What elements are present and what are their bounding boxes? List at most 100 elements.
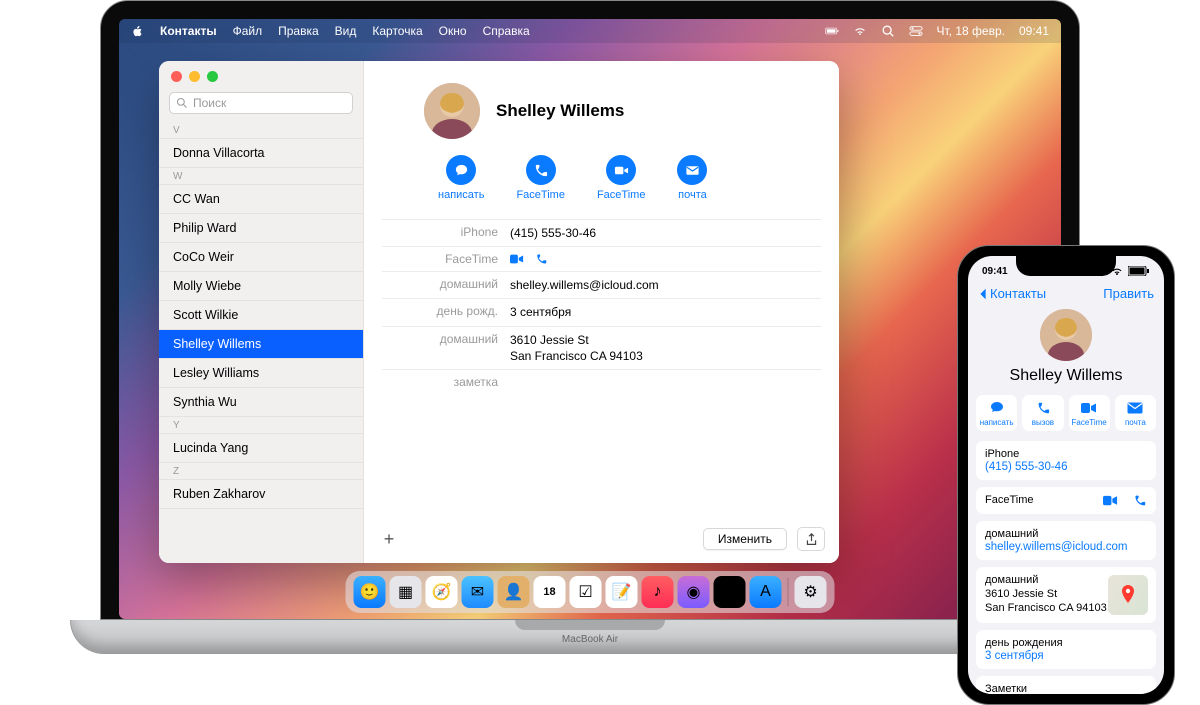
dock-app-settings[interactable]: ⚙︎ <box>795 576 827 608</box>
iphone-call-button[interactable]: вызов <box>1022 395 1063 431</box>
field-address[interactable]: домашний 3610 Jessie StSan Francisco CA … <box>382 326 821 369</box>
iphone-status-time: 09:41 <box>982 266 1008 277</box>
iphone-contact-name: Shelley Willems <box>968 367 1164 385</box>
iphone-nav-bar: Контакты Править <box>968 282 1164 307</box>
iphone-facetime-card[interactable]: FaceTime <box>976 487 1156 514</box>
macos-menubar: Контакты Файл Правка Вид Карточка Окно С… <box>119 19 1061 43</box>
dock-app-podcasts[interactable]: ◉ <box>678 576 710 608</box>
menubar-item-edit[interactable]: Правка <box>278 24 319 38</box>
dock-app-reminders[interactable]: ☑︎ <box>570 576 602 608</box>
contacts-window: Поиск VDonna VillacortaWCC WanPhilip War… <box>159 61 839 563</box>
section-letter: V <box>159 122 363 139</box>
field-note[interactable]: заметка <box>382 369 821 394</box>
contact-name: Shelley Willems <box>496 101 624 121</box>
video-icon[interactable] <box>1103 494 1118 507</box>
menubar-item-view[interactable]: Вид <box>335 24 357 38</box>
edit-button[interactable]: Изменить <box>703 528 787 550</box>
iphone-edit-button[interactable]: Править <box>1103 286 1154 301</box>
section-letter: Y <box>159 417 363 434</box>
dock-app-appstore[interactable]: A <box>750 576 782 608</box>
macbook-brand-label: MacBook Air <box>71 634 1109 645</box>
field-email[interactable]: домашний shelley.willems@icloud.com <box>382 271 821 298</box>
dock-app-tv[interactable]: ▶︎ <box>714 576 746 608</box>
iphone-email-card[interactable]: домашний shelley.willems@icloud.com <box>976 521 1156 560</box>
contact-item[interactable]: CoCo Weir <box>159 243 363 272</box>
iphone-address-card[interactable]: домашний 3610 Jessie StSan Francisco CA … <box>976 567 1156 623</box>
contact-avatar <box>424 83 480 139</box>
iphone-notch <box>1016 256 1116 276</box>
macbook-screen: Контакты Файл Правка Вид Карточка Окно С… <box>119 19 1061 619</box>
dock-app-finder[interactable]: 🙂 <box>354 576 386 608</box>
dock-app-notes[interactable]: 📝 <box>606 576 638 608</box>
wifi-icon[interactable] <box>853 24 867 38</box>
contact-item[interactable]: Shelley Willems <box>159 330 363 359</box>
iphone-mail-button[interactable]: почта <box>1115 395 1156 431</box>
iphone-birthday-card[interactable]: день рождения 3 сентября <box>976 630 1156 669</box>
menubar-app-name[interactable]: Контакты <box>160 24 217 38</box>
menubar-time[interactable]: 09:41 <box>1019 24 1049 38</box>
close-button[interactable] <box>171 71 182 82</box>
facetime-audio-button[interactable]: FaceTime <box>516 155 565 201</box>
contact-item[interactable]: Synthia Wu <box>159 388 363 417</box>
contact-list: VDonna VillacortaWCC WanPhilip WardCoCo … <box>159 122 363 563</box>
search-icon <box>176 97 188 109</box>
dock-app-music[interactable]: ♪ <box>642 576 674 608</box>
share-button[interactable] <box>797 527 825 551</box>
dock-app-launchpad[interactable]: ▦ <box>390 576 422 608</box>
menubar-date[interactable]: Чт, 18 февр. <box>937 24 1005 38</box>
iphone-facetime-button[interactable]: FaceTime <box>1069 395 1110 431</box>
window-controls <box>159 61 363 88</box>
iphone-screen: 09:41 Контакты Править Shelley Willems <box>968 256 1164 694</box>
field-birthday[interactable]: день рожд. 3 сентября <box>382 298 821 325</box>
iphone-message-button[interactable]: написать <box>976 395 1017 431</box>
contacts-sidebar: Поиск VDonna VillacortaWCC WanPhilip War… <box>159 61 364 563</box>
iphone-contact-avatar <box>1040 309 1092 361</box>
macbook-base: MacBook Air <box>70 620 1110 654</box>
contact-item[interactable]: Scott Wilkie <box>159 301 363 330</box>
minimize-button[interactable] <box>189 71 200 82</box>
video-icon[interactable] <box>510 253 524 265</box>
contact-detail-panel: Shelley Willems написать FaceTime <box>364 61 839 563</box>
contact-item[interactable]: Lesley Williams <box>159 359 363 388</box>
menubar-item-card[interactable]: Карточка <box>372 24 422 38</box>
menubar-item-help[interactable]: Справка <box>483 24 530 38</box>
spotlight-icon[interactable] <box>881 24 895 38</box>
phone-icon[interactable] <box>1132 494 1147 507</box>
dock-app-calendar[interactable]: 18 <box>534 576 566 608</box>
dock-app-mail[interactable]: ✉︎ <box>462 576 494 608</box>
facetime-video-button[interactable]: FaceTime <box>597 155 646 201</box>
contact-item[interactable]: Ruben Zakharov <box>159 480 363 509</box>
phone-icon[interactable] <box>534 253 548 265</box>
apple-logo-icon[interactable] <box>131 25 144 38</box>
contact-item[interactable]: Lucinda Yang <box>159 434 363 463</box>
contact-item[interactable]: Philip Ward <box>159 214 363 243</box>
macbook-device: Контакты Файл Правка Вид Карточка Окно С… <box>100 0 1080 680</box>
map-thumbnail[interactable] <box>1108 575 1148 615</box>
iphone-phone-card[interactable]: iPhone (415) 555-30-46 <box>976 441 1156 480</box>
field-iphone[interactable]: iPhone (415) 555-30-46 <box>382 219 821 246</box>
battery-icon[interactable] <box>825 24 839 38</box>
section-letter: Z <box>159 463 363 480</box>
battery-icon <box>1128 266 1150 276</box>
dock-app-contacts[interactable]: 👤 <box>498 576 530 608</box>
menubar-item-file[interactable]: Файл <box>233 24 263 38</box>
field-facetime[interactable]: FaceTime <box>382 246 821 271</box>
mail-button[interactable]: почта <box>677 155 707 201</box>
search-input[interactable]: Поиск <box>169 92 353 114</box>
zoom-button[interactable] <box>207 71 218 82</box>
section-letter: W <box>159 168 363 185</box>
menubar-item-window[interactable]: Окно <box>439 24 467 38</box>
search-placeholder: Поиск <box>193 96 226 110</box>
iphone-device: 09:41 Контакты Править Shelley Willems <box>957 245 1175 705</box>
control-center-icon[interactable] <box>909 24 923 38</box>
contact-item[interactable]: CC Wan <box>159 185 363 214</box>
message-button[interactable]: написать <box>438 155 484 201</box>
macos-dock: 🙂▦🧭✉︎👤18☑︎📝♪◉▶︎A ⚙︎ <box>346 571 835 613</box>
iphone-notes-card[interactable]: Заметки <box>976 676 1156 694</box>
add-contact-button[interactable]: + <box>378 528 400 550</box>
macbook-bezel: Контакты Файл Правка Вид Карточка Окно С… <box>100 0 1080 620</box>
contact-item[interactable]: Molly Wiebe <box>159 272 363 301</box>
contact-item[interactable]: Donna Villacorta <box>159 139 363 168</box>
dock-app-safari[interactable]: 🧭 <box>426 576 458 608</box>
back-button[interactable]: Контакты <box>978 286 1046 301</box>
